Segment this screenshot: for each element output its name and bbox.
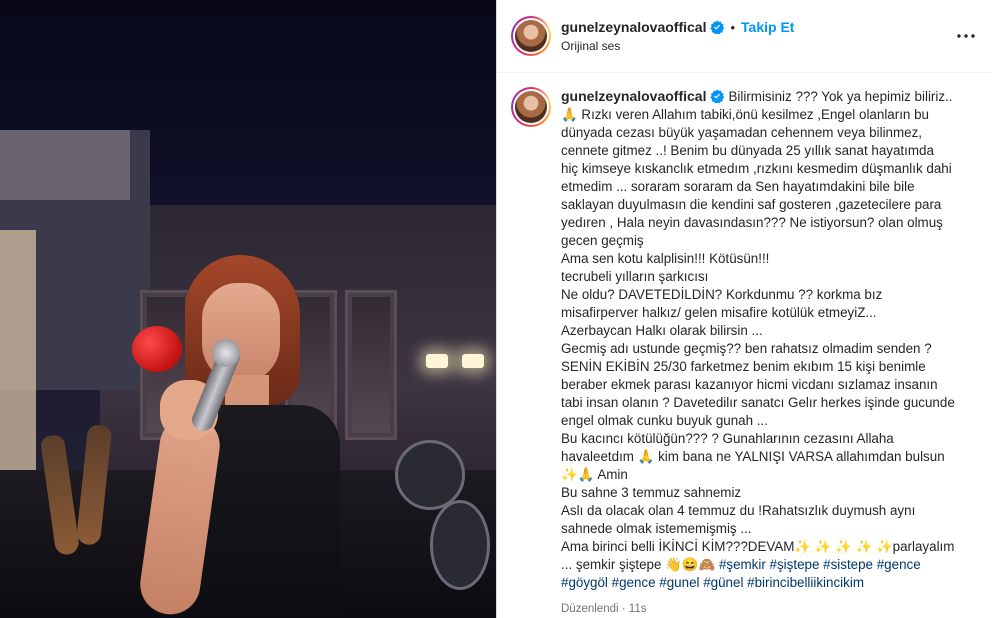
caption-avatar[interactable] [511,87,551,127]
verified-badge-icon [710,89,725,103]
caption-line: Bu kacıncı kötülüğün??? ? Gunahlarının c… [561,431,894,446]
audio-label[interactable]: Orijinal ses [561,39,794,53]
caption-line: etmedim ... soraram soraram da Sen hayat… [561,179,915,194]
singer [130,255,340,618]
caption-line: sahnede olmak istememişmiş ... [561,521,752,536]
caption-line: Ama birinci belli İKİNCİ KİM???DEVAM✨ ✨ … [561,539,955,554]
caption-line: gecen geçmiş [561,233,644,248]
follow-button[interactable]: Takip Et [741,19,794,35]
caption-lines: 🙏 Rızkı veren Allahım tabiki,önü kesilme… [561,106,978,556]
timestamp[interactable]: 11s [629,603,647,615]
caption-line: Gecmiş adı ustunde geçmiş?? ben rahatsız… [561,341,932,356]
caption-line: Aslı da olacak olan 4 temmuz du !Rahatsı… [561,503,916,518]
avatar[interactable] [511,16,551,56]
caption-line: tecrubeli yılların şarkıcısı [561,269,709,284]
caption-first-line: Bilirmisiniz ??? Yok ya hepimiz biliriz.… [728,89,953,104]
caption-line: havaleetdım 🙏 kim bana ne YALNIŞI VARSA … [561,449,945,464]
caption: gunelzeynalovaoffical Bilirmisiniz ??? Yo… [497,73,992,618]
username-link[interactable]: gunelzeynalovaoffical [561,19,706,35]
caption-line: yedıren , Hala neyin davasındasın??? Ne … [561,215,943,230]
caption-line: Azerbaycan Halkı olarak bilirsin ... [561,323,763,338]
post-viewer: gunelzeynalovaoffical • Takip Et Orijina… [0,0,992,618]
post-meta: Düzenlendi · 11s [561,603,647,615]
caption-line: tabi insan olanın ? Davetedilır sanatcı … [561,395,955,410]
caption-body: gunelzeynalovaoffical Bilirmisiniz ??? Yo… [561,87,978,618]
caption-line: Bu sahne 3 temmuz sahnemiz [561,485,742,500]
caption-line: 🙏 Rızkı veren Allahım tabiki,önü kesilme… [561,107,929,122]
hashtag-link[interactable]: #şemkir #şiştepe #sistepe #gence [719,557,921,572]
caption-line: SENİN EKİBİN 25/30 farketmez benim ekıbı… [561,359,926,374]
caption-line: misafirperver halkız/ gelen misafire kot… [561,305,877,320]
caption-line: cennete gitmez ..! Benim bu dünyada 25 y… [561,143,934,158]
hashtag-link[interactable]: #göygöl #gence #gunel #günel #birincibel… [561,574,978,592]
verified-badge-icon [710,20,725,34]
caption-line: Ama sen kotu kalplisin!!! Kötüsün!!! [561,251,770,266]
caption-line: ✨🙏 Amin [561,467,628,482]
caption-tag-prefix: ... şemkir şiştepe 👋😄🙈 [561,557,716,572]
separator-dot: • [730,19,736,35]
caption-line: hiç kimseye kıskanclık etmedım ,rızkını … [561,161,952,176]
caption-username-link[interactable]: gunelzeynalovaoffical [561,88,706,104]
caption-line: dünyada cezası büyük yaşamadan cehennem … [561,125,923,140]
post-details-panel: gunelzeynalovaoffical • Takip Et Orijina… [496,0,992,618]
caption-line: beraber ekmek parası kazanıyor hicmi vic… [561,377,938,392]
post-header: gunelzeynalovaoffical • Takip Et Orijina… [497,0,992,73]
caption-line: Ne oldu? DAVETEDİLDİN? Korkdunmu ?? kork… [561,287,883,302]
video-player[interactable] [0,0,496,618]
caption-line: saklayan duyulmasın die kendini saf gost… [561,197,942,212]
caption-line: engel olmak cunku buyuk gunah ... [561,413,768,428]
more-options-icon[interactable] [954,24,978,48]
edited-label: Düzenlendi [561,603,619,615]
